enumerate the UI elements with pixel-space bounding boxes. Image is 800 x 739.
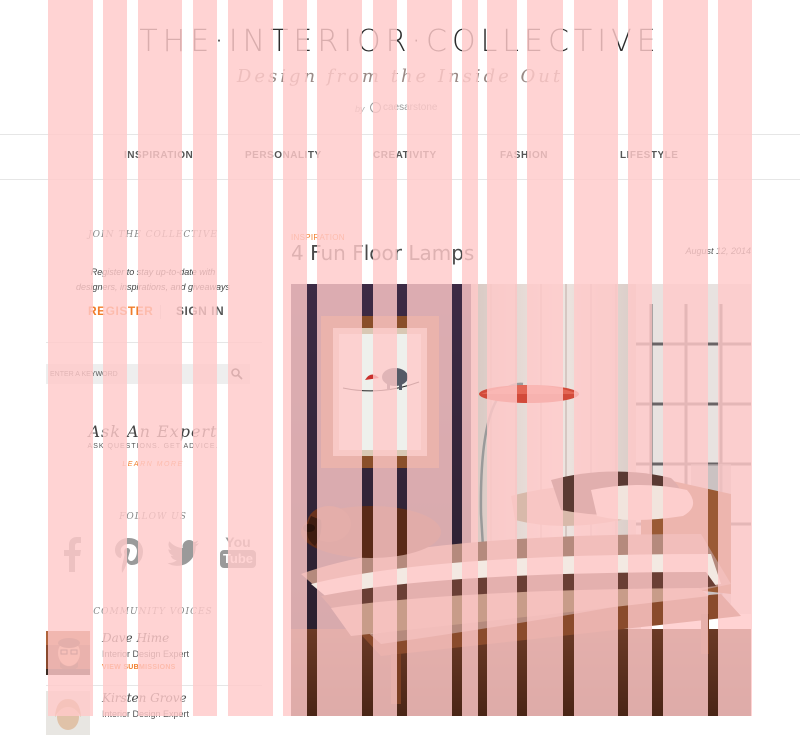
search-box	[46, 364, 250, 384]
post-title[interactable]: 4 Fun Floor Lamps	[291, 241, 474, 265]
sponsor-brand-text: caesarstone	[383, 102, 438, 113]
voice-name[interactable]: Dave Hime	[102, 631, 169, 645]
site-header: THE·INTERIOR·COLLECTIVE Design from the …	[0, 0, 800, 134]
youtube-text-top: You	[225, 534, 251, 550]
youtube-text-bottom: Tube	[219, 550, 257, 568]
voice-divider	[46, 685, 262, 686]
community-voice-item: Kirsten Grove Interior Design Expert	[46, 691, 262, 739]
avatar[interactable]	[46, 691, 90, 735]
voice-role: Interior Design Expert	[102, 709, 190, 719]
voice-name[interactable]: Kirsten Grove	[102, 691, 187, 705]
pinterest-icon[interactable]	[109, 534, 149, 574]
main-nav: INSPIRATION PERSONALITY CREATIVITY FASHI…	[0, 134, 800, 180]
site-logo-title[interactable]: THE·INTERIOR·COLLECTIVE	[0, 24, 800, 59]
community-voice-item: Dave Hime Interior Design Expert VIEW SU…	[46, 631, 262, 679]
search-input[interactable]	[50, 364, 220, 384]
nav-item-inspiration[interactable]: INSPIRATION	[124, 150, 193, 161]
view-submissions-link[interactable]: VIEW SUBMISSIONS	[102, 664, 176, 671]
post-date: August 12, 2014	[685, 246, 751, 256]
post-hero-image[interactable]	[291, 284, 751, 716]
facebook-icon[interactable]	[52, 534, 92, 574]
nav-item-fashion[interactable]: FASHION	[500, 150, 548, 161]
caesarstone-logo-icon	[370, 102, 381, 113]
nav-item-creativity[interactable]: CREATIVITY	[373, 150, 437, 161]
ask-expert-subtitle: ASK QUESTIONS. GET ADVICE.	[87, 443, 219, 450]
main-content: INSPIRATION 4 Fun Floor Lamps August 12,…	[291, 178, 751, 716]
voice-role: Interior Design Expert	[102, 649, 190, 659]
learn-more-link[interactable]: LEARN MORE	[46, 461, 260, 468]
page: THE·INTERIOR·COLLECTIVE Design from the …	[0, 0, 800, 735]
twitter-icon[interactable]	[163, 534, 203, 574]
community-voices-title: COMMUNITY VOICES	[93, 607, 213, 617]
youtube-icon[interactable]: You Tube	[218, 534, 258, 574]
sponsor-by-label: by	[355, 104, 365, 114]
join-title: JOIN THE COLLECTIVE	[88, 230, 218, 240]
search-icon[interactable]	[230, 367, 244, 381]
join-text-line: Register to stay up-to-date with	[90, 267, 216, 277]
join-description: Register to stay up-to-date with designe…	[46, 265, 260, 295]
join-text-line: designers, inspirations, and giveaways	[75, 282, 231, 292]
register-link[interactable]: REGISTER	[88, 304, 153, 318]
auth-divider	[160, 305, 161, 319]
follow-us-title: FOLLOW US	[119, 512, 187, 522]
nav-item-lifestyle[interactable]: LIFESTYLE	[620, 150, 678, 161]
sidebar: JOIN THE COLLECTIVE Register to stay up-…	[46, 178, 264, 735]
sidebar-divider	[46, 342, 262, 343]
sign-in-link[interactable]: SIGN IN	[176, 304, 224, 318]
site-tagline: Design from the Inside Out	[236, 66, 564, 87]
sponsor-logo[interactable]: caesarstone	[370, 102, 437, 113]
nav-item-personality[interactable]: PERSONALITY	[245, 150, 322, 161]
ask-expert-title[interactable]: Ask An Expert	[46, 422, 260, 441]
avatar[interactable]	[46, 631, 90, 675]
